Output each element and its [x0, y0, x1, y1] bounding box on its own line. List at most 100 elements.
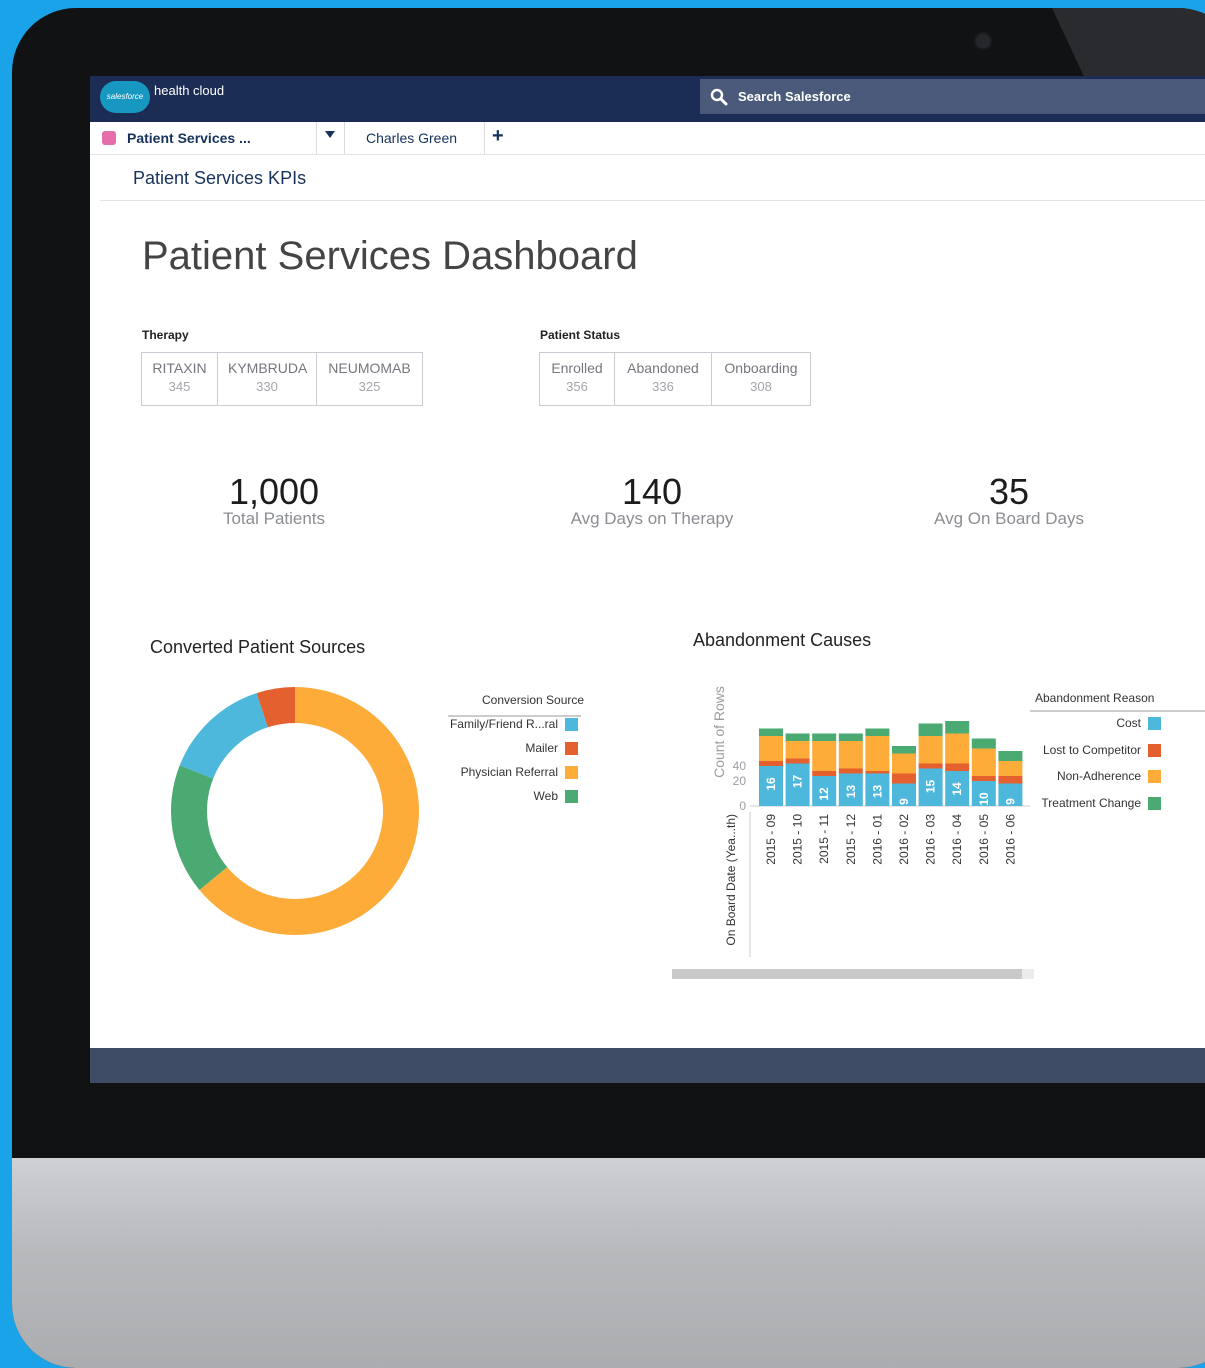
search-icon [710, 88, 728, 106]
bar-segment[interactable] [865, 736, 890, 771]
bar-chart-title: Abandonment Causes [693, 630, 872, 650]
bar-segment[interactable] [892, 746, 916, 754]
scrollbar-thumb[interactable] [672, 969, 1022, 979]
filter-count: 336 [652, 379, 674, 394]
filter-kymbruda[interactable]: KYMBRUDA 330 [218, 353, 317, 405]
bar-segment[interactable] [759, 736, 783, 761]
tab-patient-services[interactable]: Patient Services ... [90, 122, 317, 154]
bar-segment[interactable] [785, 741, 810, 759]
y-tick-label: 40 [733, 759, 747, 773]
bar-data-label: 9 [1003, 798, 1017, 805]
bar-segment[interactable] [971, 776, 996, 781]
stacked-bar-chart[interactable]: Count of Rows 0 2040 16 2015 - 09 17 2015 - 10… [680, 672, 1035, 962]
donut-slice[interactable] [179, 693, 268, 779]
legend-swatch[interactable] [565, 742, 578, 755]
kpi-total-patients: 1,000 Total Patients [154, 471, 394, 529]
tab-label: Patient Services ... [127, 130, 251, 146]
camera [974, 32, 992, 50]
filter-ritaxin[interactable]: RITAXIN 345 [142, 353, 218, 405]
legend-label: Lost to Competitor [1042, 742, 1141, 757]
bar-segment[interactable] [785, 733, 810, 742]
kpi-value: 140 [621, 471, 683, 512]
dashboard-breadcrumb: Patient Services KPIs [133, 168, 307, 188]
legend-label: Physician Referral [460, 765, 558, 779]
therapy-filter: RITAXIN 345 KYMBRUDA 330 NEUMOMAB 325 [141, 352, 423, 406]
salesforce-logo[interactable]: salesforce [100, 81, 150, 113]
y-tick-label: 20 [733, 774, 747, 788]
legend-swatch[interactable] [1148, 796, 1161, 810]
global-header: salesforce health cloud Search Salesforc… [90, 76, 1205, 122]
tab-charles-green[interactable]: Charles Green [344, 122, 485, 154]
filter-count: 308 [750, 379, 772, 394]
bar-segment[interactable] [838, 741, 863, 769]
filter-abandoned[interactable]: Abandoned 336 [615, 353, 712, 405]
bar-segment[interactable] [812, 733, 837, 742]
dashboard-icon [102, 131, 116, 145]
search-input[interactable]: Search Salesforce [700, 79, 1205, 114]
add-tab-button[interactable]: + [492, 125, 504, 148]
x-tick-label: 2015 - 12 [844, 814, 858, 865]
x-tick-label: 2016 - 02 [897, 814, 911, 865]
tab-menu-button[interactable] [316, 122, 345, 154]
filter-name: Enrolled [551, 360, 603, 376]
bar-segment[interactable] [918, 723, 943, 737]
legend-label: Cost [1116, 716, 1141, 730]
bar-segment[interactable] [998, 776, 1023, 784]
x-tick-label: 2015 - 10 [791, 814, 805, 865]
bar-segment[interactable] [971, 748, 996, 777]
bar-legend-title: Abandonment Reason [1035, 691, 1155, 705]
filter-enrolled[interactable]: Enrolled 356 [540, 353, 615, 405]
bar-segment[interactable] [998, 751, 1023, 761]
filter-name: KYMBRUDA [228, 360, 308, 376]
legend-swatch[interactable] [565, 790, 578, 803]
legend-swatch[interactable] [565, 718, 578, 731]
legend-swatch[interactable] [565, 766, 578, 779]
bar-segment[interactable] [892, 753, 916, 774]
legend-divider [1030, 710, 1205, 712]
filter-count: 325 [358, 379, 381, 394]
bar-segment[interactable] [812, 741, 837, 771]
bar-segment[interactable] [998, 761, 1023, 776]
bar-segment[interactable] [945, 721, 970, 734]
filter-name: RITAXIN [152, 360, 207, 376]
filter-count: 330 [256, 379, 278, 394]
bar-segment[interactable] [812, 771, 837, 776]
bar-segment[interactable] [918, 763, 943, 769]
chart-horizontal-scrollbar[interactable] [672, 969, 1034, 979]
bar-segment[interactable] [865, 771, 890, 774]
bar-data-label: 10 [977, 792, 991, 806]
tab-bar: Patient Services ... Charles Green + [90, 122, 1205, 155]
bar-segment[interactable] [759, 761, 783, 766]
bar-segment[interactable] [918, 736, 943, 764]
bar-segment[interactable] [971, 738, 996, 749]
app-name: health cloud [154, 83, 225, 98]
filter-neumomab[interactable]: NEUMOMAB 325 [317, 353, 422, 405]
bar-segment[interactable] [945, 733, 970, 764]
filter-name: Abandoned [627, 360, 699, 376]
bar-data-label: 9 [897, 798, 911, 805]
kpi-avg-days-therapy: 140 Avg Days on Therapy [532, 471, 772, 529]
app-screen: salesforce health cloud Search Salesforc… [90, 76, 1205, 1083]
bar-segment[interactable] [759, 728, 783, 737]
legend-swatch[interactable] [1148, 770, 1161, 783]
kpi-value: 1,000 [228, 471, 320, 512]
donut-slice[interactable] [171, 765, 228, 891]
donut-chart[interactable] [160, 676, 430, 946]
bar-segment[interactable] [838, 733, 863, 742]
filter-count: 345 [168, 379, 191, 394]
bar-data-label: 13 [870, 785, 884, 799]
legend-swatch[interactable] [1148, 717, 1161, 730]
legend-swatch[interactable] [1148, 743, 1161, 757]
bar-segment[interactable] [785, 758, 810, 764]
filter-onboarding[interactable]: Onboarding 308 [712, 353, 810, 405]
donut-chart-title: Converted Patient Sources [150, 637, 366, 657]
bar-segment[interactable] [865, 728, 890, 737]
bar-data-label: 15 [924, 780, 938, 794]
bar-segment[interactable] [945, 763, 970, 772]
bar-segment[interactable] [892, 773, 916, 784]
search-placeholder: Search Salesforce [738, 89, 851, 104]
bar-segment[interactable] [838, 768, 863, 774]
bar-data-label: 17 [791, 775, 805, 789]
y-axis-label: Count of Rows [711, 686, 727, 778]
x-tick-label: 2016 - 05 [977, 814, 991, 865]
